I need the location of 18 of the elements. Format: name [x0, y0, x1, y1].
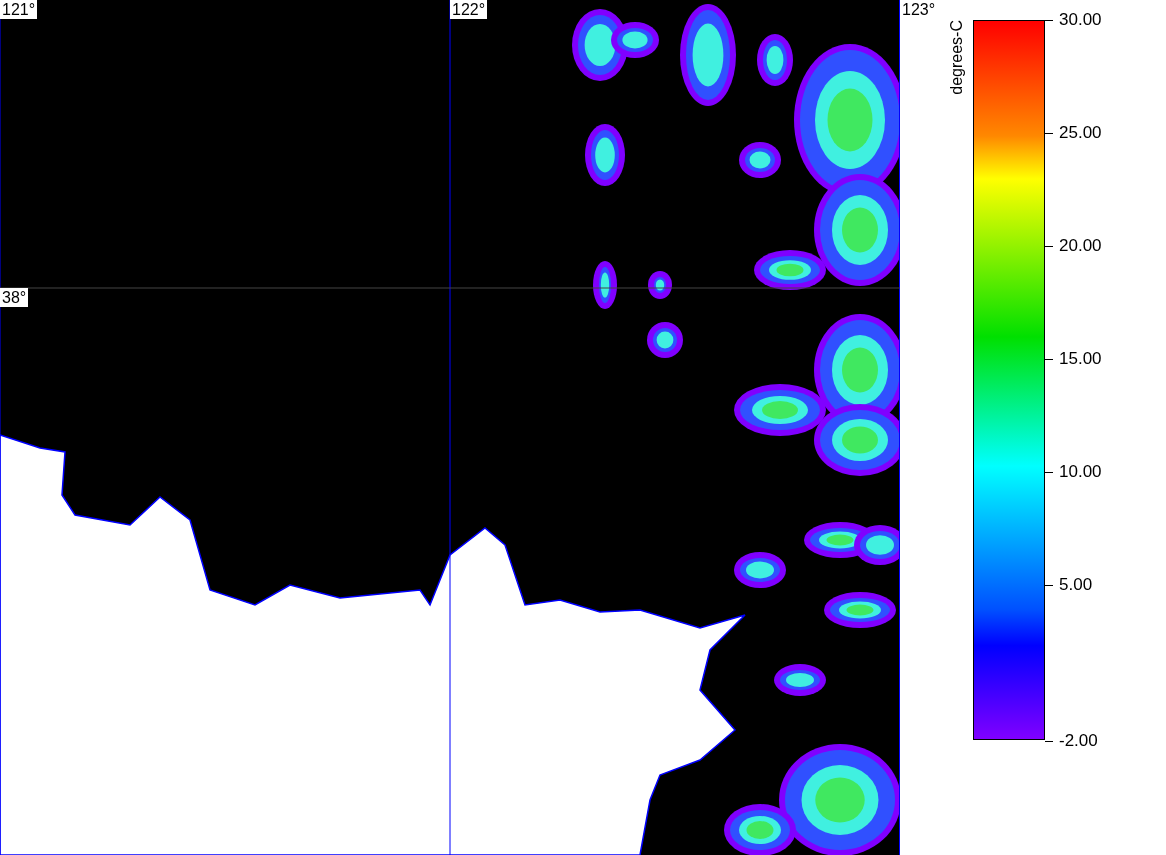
tick-label: -2.00 [1059, 731, 1098, 751]
tick-label: 10.00 [1059, 462, 1102, 482]
tick-mark [1045, 359, 1053, 360]
longitude-label: 122° [450, 0, 488, 19]
tick-label: 25.00 [1059, 123, 1102, 143]
latitude-label: 38° [0, 288, 29, 307]
tick-mark [1045, 133, 1053, 134]
tick-mark [1045, 472, 1053, 473]
tick-mark [1045, 20, 1053, 21]
unit-label: degrees-C [948, 20, 966, 95]
tick-mark [1045, 741, 1053, 742]
tick-label: 15.00 [1059, 349, 1102, 369]
tick-label: 30.00 [1059, 10, 1102, 30]
longitude-label: 121° [0, 0, 38, 19]
tick-mark [1045, 246, 1053, 247]
tick-label: 5.00 [1059, 575, 1093, 595]
tick-label: 20.00 [1059, 236, 1102, 256]
tick-mark [1045, 585, 1053, 586]
